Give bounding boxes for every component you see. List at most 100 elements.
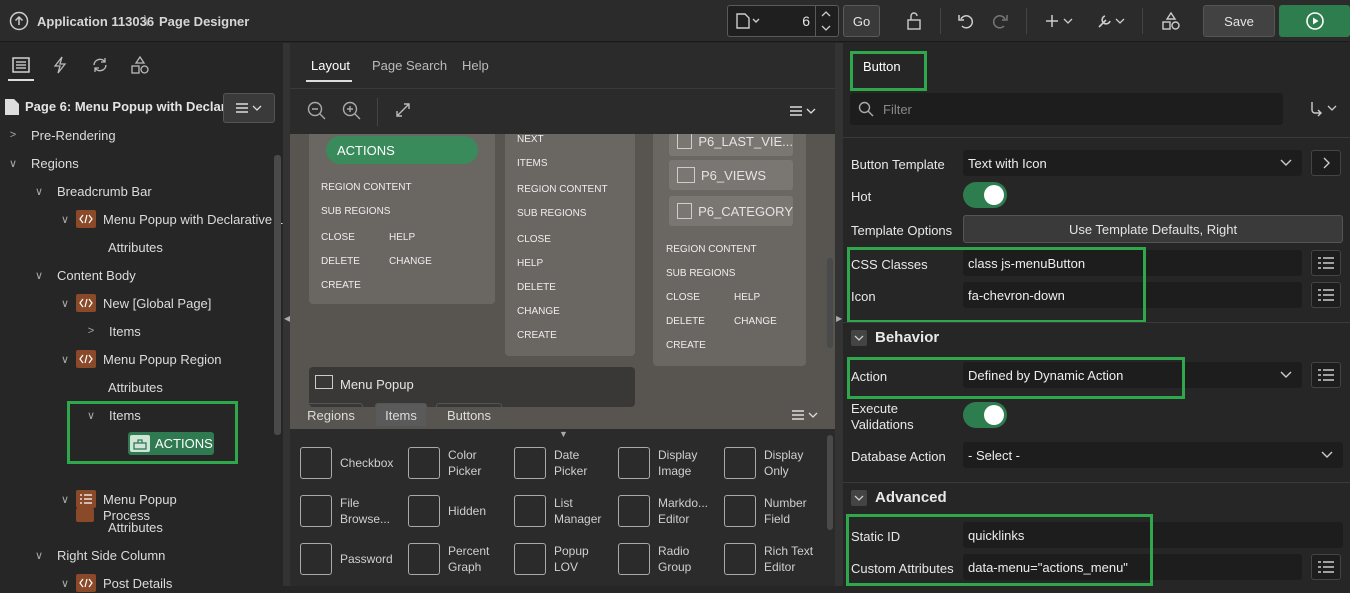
tree-node-pre-rendering[interactable]: > Pre-Rendering xyxy=(6,125,116,145)
dynamic-actions-tab-icon[interactable] xyxy=(52,56,68,74)
gallery-tab-regions[interactable]: Regions xyxy=(299,403,363,427)
tree-node-attributes[interactable]: Attributes xyxy=(108,237,163,257)
template-options-button[interactable]: Use Template Defaults, Right xyxy=(963,215,1343,243)
zoom-in-icon[interactable] xyxy=(342,101,362,121)
gallery-item-number-field[interactable]: Number Field xyxy=(724,495,807,527)
region-col1[interactable]: ACTIONS REGION CONTENT SUB REGIONS CLOSE… xyxy=(309,134,495,304)
lock-icon[interactable] xyxy=(902,6,926,36)
static-id-input[interactable]: quicklinks xyxy=(963,522,1343,548)
tree-node-menu-popup-declarative[interactable]: ∨ Menu Popup with Declarative Li xyxy=(58,209,286,229)
canvas-actions-button[interactable]: ACTIONS xyxy=(326,136,478,164)
region-col2[interactable]: NEXT ITEMS REGION CONTENT SUB REGIONS CL… xyxy=(505,134,635,356)
tree-node-post-details[interactable]: ∨ Post Details xyxy=(58,573,172,593)
tab-page-search[interactable]: Page Search xyxy=(372,58,447,73)
action-select[interactable]: Defined by Dynamic Action xyxy=(963,362,1302,388)
go-to-group-icon[interactable] xyxy=(1309,100,1341,118)
gallery-item-rich-text-editor[interactable]: Rich Text Editor xyxy=(724,543,813,575)
tree-node-menu-popup-region[interactable]: ∨ Menu Popup Region xyxy=(58,349,222,369)
shared-components-tab-icon[interactable] xyxy=(131,56,149,74)
tab-button[interactable]: Button xyxy=(863,59,901,74)
layout-menu-icon[interactable] xyxy=(788,104,818,118)
icon-list-button[interactable] xyxy=(1311,282,1341,308)
execute-validations-toggle[interactable] xyxy=(963,402,1007,428)
undo-icon[interactable] xyxy=(954,6,978,36)
chevron-down-icon[interactable] xyxy=(820,23,832,33)
gallery-item-checkbox[interactable]: Checkbox xyxy=(300,447,393,479)
region-col3[interactable]: P6_LAST_VIE... P6_VIEWS P6_CATEGORY REGI… xyxy=(653,134,806,366)
add-icon[interactable] xyxy=(1044,6,1076,36)
gallery-item-password[interactable]: Password xyxy=(300,543,393,575)
tree-node-regions[interactable]: ∨ Regions xyxy=(6,153,79,173)
rendering-tab-icon[interactable] xyxy=(12,57,30,73)
list-icon xyxy=(1317,368,1335,382)
item-p6-views[interactable]: P6_VIEWS xyxy=(669,160,793,190)
splitter-handle-icon[interactable]: ▼ xyxy=(559,429,568,439)
gallery-item-list-manager[interactable]: List Manager xyxy=(514,495,601,527)
tree-node-right-side-column[interactable]: ∨ Right Side Column xyxy=(32,545,165,565)
gallery-menu-icon[interactable] xyxy=(790,408,820,422)
expand-icon[interactable] xyxy=(395,102,411,118)
zoom-out-icon[interactable] xyxy=(307,101,327,121)
page-selector[interactable]: 6 xyxy=(727,5,839,37)
save-button[interactable]: Save xyxy=(1203,5,1275,37)
gallery-scrollbar[interactable] xyxy=(827,435,833,530)
region-menu-popup[interactable]: Menu Popup xyxy=(309,367,635,407)
gallery-item-markdown-editor[interactable]: Markdo... Editor xyxy=(618,495,708,527)
database-action-select[interactable]: - Select - xyxy=(963,442,1343,468)
button-template-select[interactable]: Text with Icon xyxy=(963,150,1302,176)
right-splitter[interactable]: ▶ xyxy=(835,43,843,586)
gallery-item-percent-graph[interactable]: Percent Graph xyxy=(408,543,489,575)
redo-icon[interactable] xyxy=(988,6,1012,36)
tree-node-items[interactable]: ∨ Items xyxy=(84,405,141,425)
canvas-scrollbar[interactable] xyxy=(827,258,833,348)
left-splitter[interactable]: ◀ xyxy=(283,43,290,586)
gallery-item-radio-group[interactable]: Radio Group xyxy=(618,543,691,575)
hot-toggle[interactable] xyxy=(963,182,1007,208)
app-up-icon[interactable] xyxy=(8,6,30,36)
filter-input[interactable]: Filter xyxy=(850,93,1283,125)
run-button[interactable] xyxy=(1279,5,1350,37)
page-number-input[interactable]: 6 xyxy=(794,13,810,29)
item-p6-category[interactable]: P6_CATEGORY xyxy=(669,196,793,226)
gallery-item-display-image[interactable]: Display Image xyxy=(618,447,697,479)
tree-node-new-global-page[interactable]: ∨ New [Global Page] xyxy=(58,293,211,313)
gallery-item-label: List Manager xyxy=(554,496,602,526)
sub-regions-label: SUB REGIONS xyxy=(517,208,587,219)
layout-canvas[interactable]: ACTIONS REGION CONTENT SUB REGIONS CLOSE… xyxy=(290,134,835,429)
tree-node-content-body[interactable]: ∨ Content Body xyxy=(32,265,136,285)
gallery-item-file-browse[interactable]: File Browse... xyxy=(300,495,390,527)
tree-node-menu-popup[interactable]: ∨ Menu Popup xyxy=(58,489,177,509)
tree-node-breadcrumb-bar[interactable]: ∨ Breadcrumb Bar xyxy=(32,181,152,201)
gallery-item-popup-lov[interactable]: Popup LOV xyxy=(514,543,589,575)
gallery-item-hidden[interactable]: Hidden xyxy=(408,495,486,527)
gallery-tab-buttons[interactable]: Buttons xyxy=(436,403,502,427)
tree-node-attributes[interactable]: Attributes xyxy=(108,517,163,537)
section-behavior[interactable]: Behavior xyxy=(843,322,1350,352)
template-go-button[interactable] xyxy=(1311,150,1341,176)
custom-attributes-input[interactable]: data-menu="actions_menu" xyxy=(963,554,1302,580)
tree-node-actions-button[interactable]: ACTIONS xyxy=(128,432,214,455)
breadcrumb-app[interactable]: Application 113036 xyxy=(37,6,154,36)
go-button[interactable]: Go xyxy=(843,5,880,37)
chevron-up-icon[interactable] xyxy=(820,9,832,19)
processing-tab-icon[interactable] xyxy=(91,56,109,74)
tab-help[interactable]: Help xyxy=(462,58,489,73)
section-advanced[interactable]: Advanced xyxy=(843,482,1350,512)
gallery-tab-items[interactable]: Items xyxy=(375,403,427,427)
css-classes-input[interactable]: class js-menuButton xyxy=(963,250,1302,276)
tree-menu-button[interactable] xyxy=(223,93,275,123)
item-p6-last-viewed[interactable]: P6_LAST_VIE... xyxy=(669,134,793,156)
gallery-item-display-only[interactable]: Display Only xyxy=(724,447,803,479)
css-classes-list-button[interactable] xyxy=(1311,250,1341,276)
tree-node-attributes[interactable]: Attributes xyxy=(108,377,163,397)
tree-node-items[interactable]: > Items xyxy=(84,321,141,341)
shared-components-icon[interactable] xyxy=(1159,6,1183,36)
tree-scrollbar[interactable] xyxy=(274,155,281,435)
wrench-icon[interactable] xyxy=(1096,6,1128,36)
custom-attributes-list-button[interactable] xyxy=(1311,554,1341,580)
gallery-item-color-picker[interactable]: Color Picker xyxy=(408,447,481,479)
action-list-button[interactable] xyxy=(1311,362,1341,388)
gallery-item-date-picker[interactable]: Date Picker xyxy=(514,447,587,479)
tab-layout[interactable]: Layout xyxy=(311,58,350,73)
icon-input[interactable]: fa-chevron-down xyxy=(963,282,1302,308)
